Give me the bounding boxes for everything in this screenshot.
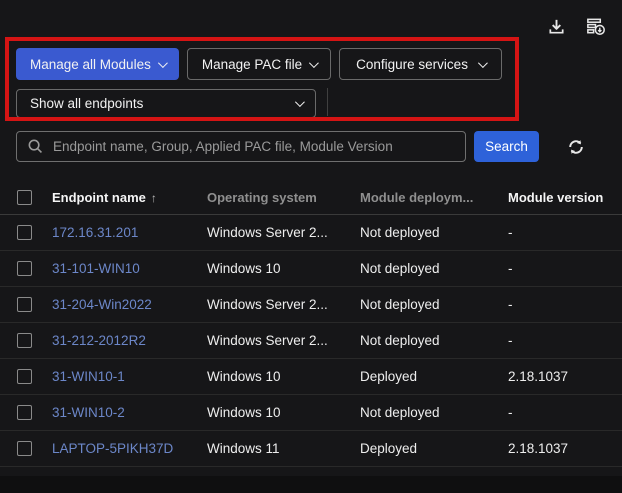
module-deployment-cell: Not deployed (360, 333, 508, 348)
column-header-module-deployment[interactable]: Module deploym... (360, 190, 508, 205)
endpoint-name-link[interactable]: 31-101-WIN10 (52, 261, 140, 276)
module-version-cell: - (508, 261, 622, 276)
operating-system-cell: Windows 10 (207, 369, 360, 384)
toolbar: Manage all Modules Manage PAC file Confi… (16, 48, 502, 80)
toolbar-divider (327, 88, 328, 116)
endpoint-name-link[interactable]: 31-WIN10-2 (52, 405, 125, 420)
operating-system-cell: Windows 10 (207, 405, 360, 420)
manage-pac-file-button[interactable]: Manage PAC file (187, 48, 331, 80)
table-row: 172.16.31.201 Windows Server 2... Not de… (0, 215, 622, 251)
column-header-endpoint-name[interactable]: Endpoint name ↑ (52, 190, 207, 205)
module-version-cell: - (508, 297, 622, 312)
download-icon[interactable] (545, 15, 567, 37)
table-header-row: Endpoint name ↑ Operating system Module d… (0, 180, 622, 215)
row-checkbox[interactable] (17, 297, 32, 312)
column-header-endpoint-name-label: Endpoint name (52, 190, 146, 205)
module-deployment-cell: Deployed (360, 441, 508, 456)
module-deployment-cell: Not deployed (360, 225, 508, 240)
module-version-cell: 2.18.1037 (508, 441, 622, 456)
table-row: 31-WIN10-2 Windows 10 Not deployed - (0, 395, 622, 431)
search-input[interactable] (53, 139, 455, 154)
module-version-cell: - (508, 405, 622, 420)
module-deployment-cell: Not deployed (360, 261, 508, 276)
configure-services-button[interactable]: Configure services (339, 48, 502, 80)
table-row: 31-212-2012R2 Windows Server 2... Not de… (0, 323, 622, 359)
row-checkbox[interactable] (17, 441, 32, 456)
module-deployment-history-icon[interactable] (584, 15, 606, 37)
operating-system-cell: Windows Server 2... (207, 297, 360, 312)
module-deployment-cell: Not deployed (360, 405, 508, 420)
row-checkbox[interactable] (17, 225, 32, 240)
table-row: 31-204-Win2022 Windows Server 2... Not d… (0, 287, 622, 323)
row-checkbox[interactable] (17, 369, 32, 384)
top-action-bar (545, 15, 606, 37)
chevron-down-icon (309, 58, 319, 68)
row-checkbox[interactable] (17, 333, 32, 348)
operating-system-cell: Windows Server 2... (207, 225, 360, 240)
table-row: 31-WIN10-1 Windows 10 Deployed 2.18.1037 (0, 359, 622, 395)
refresh-icon[interactable] (566, 137, 586, 157)
row-checkbox[interactable] (17, 405, 32, 420)
module-deployment-cell: Deployed (360, 369, 508, 384)
operating-system-cell: Windows Server 2... (207, 333, 360, 348)
endpoint-filter-value: Show all endpoints (30, 96, 143, 111)
endpoint-name-link[interactable]: 31-WIN10-1 (52, 369, 125, 384)
search-icon (27, 138, 44, 155)
configure-services-label: Configure services (356, 57, 468, 72)
search-button[interactable]: Search (474, 131, 539, 162)
module-version-cell: - (508, 333, 622, 348)
chevron-down-icon (158, 58, 168, 68)
table-row: 31-101-WIN10 Windows 10 Not deployed - (0, 251, 622, 287)
search-box[interactable] (16, 131, 466, 162)
column-header-module-version[interactable]: Module version (508, 190, 622, 205)
endpoint-filter-dropdown[interactable]: Show all endpoints (16, 89, 316, 118)
operating-system-cell: Windows 10 (207, 261, 360, 276)
manage-all-modules-button[interactable]: Manage all Modules (16, 48, 179, 80)
search-bar: Search (16, 131, 606, 162)
endpoint-name-link[interactable]: 172.16.31.201 (52, 225, 138, 240)
endpoints-table: Endpoint name ↑ Operating system Module d… (0, 180, 622, 467)
endpoint-name-link[interactable]: 31-212-2012R2 (52, 333, 146, 348)
module-deployment-cell: Not deployed (360, 297, 508, 312)
table-row: LAPTOP-5PIKH37D Windows 11 Deployed 2.18… (0, 431, 622, 467)
column-header-operating-system[interactable]: Operating system (207, 190, 360, 205)
chevron-down-icon (295, 97, 305, 107)
endpoint-name-link[interactable]: 31-204-Win2022 (52, 297, 152, 312)
chevron-down-icon (478, 58, 488, 68)
operating-system-cell: Windows 11 (207, 441, 360, 456)
select-all-checkbox[interactable] (17, 190, 32, 205)
module-version-cell: - (508, 225, 622, 240)
manage-all-modules-label: Manage all Modules (30, 57, 151, 72)
sort-ascending-icon: ↑ (151, 191, 157, 205)
row-checkbox[interactable] (17, 261, 32, 276)
module-version-cell: 2.18.1037 (508, 369, 622, 384)
footer-strip (0, 476, 622, 493)
endpoint-name-link[interactable]: LAPTOP-5PIKH37D (52, 441, 173, 456)
manage-pac-file-label: Manage PAC file (202, 57, 302, 72)
